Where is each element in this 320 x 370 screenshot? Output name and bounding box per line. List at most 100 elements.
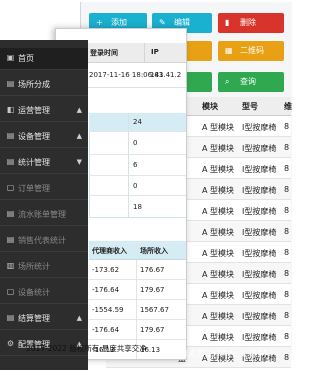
venue-chart-icon: ▥: [6, 261, 15, 270]
sidebar-item-venue-stats[interactable]: ▥ 场所统计: [0, 256, 88, 278]
table-cell: I型按摩椅: [242, 123, 277, 132]
ledger-icon: ▤: [6, 209, 15, 218]
ip-header: IP: [151, 48, 159, 56]
agent-income: -176.64: [92, 286, 120, 294]
stat-value-2: 0: [133, 139, 138, 147]
device-stats-icon: ▢: [6, 287, 15, 296]
search-icon: ⌕: [225, 77, 230, 86]
sidebar-menu: ▣ 首页 ▤ 场所分成 ◧ 运营管理 ▲ ▤ 设备管理 ▲ ▤ 统计管理 ▼ ▢ 订单管理 ▤ 流水账单管理 ▤ 销…: [0, 40, 88, 370]
table-cell: I型按摩椅: [242, 144, 277, 153]
venue-income: 1567.67: [140, 306, 169, 314]
venue-income: 179.67: [140, 286, 165, 294]
table-cell: 8: [284, 206, 290, 215]
search-button[interactable]: ⌕ 查询: [218, 72, 284, 92]
sidebar-item-label: 设备统计: [18, 288, 50, 297]
sidebar-item-ledger[interactable]: ▤ 流水账单管理: [0, 204, 88, 226]
column-divider: [136, 280, 137, 299]
row-line: [89, 195, 186, 196]
qrcode-button[interactable]: ▦ 二维码: [218, 41, 284, 61]
table-cell: 8: [284, 185, 290, 194]
table-cell: A 型模块: [202, 144, 235, 153]
sidebar-item-label: 首页: [18, 54, 34, 63]
table-cell: 8: [284, 290, 290, 299]
revenue-row: -176.64 179.67: [89, 280, 186, 300]
table-cell: I型按摩椅: [242, 249, 277, 258]
stat-value-4: 0: [133, 182, 138, 190]
login-ip: 183.41.2: [150, 71, 182, 79]
sidebar-item-label: 场所统计: [18, 262, 50, 271]
table-cell: A 型模块: [202, 312, 235, 321]
settlement-icon: ▤: [6, 313, 15, 322]
qrcode-icon: ▦: [225, 46, 233, 55]
row-line: [89, 175, 186, 176]
gear-icon: ⚙: [6, 339, 15, 348]
revenue-row: -173.62 176.67: [89, 260, 186, 280]
table-cell: 8: [284, 143, 290, 152]
sidebar-item-sales-rep[interactable]: ▤ 销售代表统计: [0, 230, 88, 252]
revenue-row: -176.64 179.67: [89, 320, 186, 340]
home-icon: ▣: [6, 53, 15, 62]
delete-button[interactable]: ▮ 删除: [218, 13, 284, 33]
sidebar-item-settlement[interactable]: ▤ 结算管理 ▲: [0, 308, 88, 330]
agent-income: -176.64: [92, 326, 120, 334]
stat-value-1: 24: [133, 118, 142, 126]
device-icon: ▤: [6, 131, 15, 140]
stats-divider: [128, 113, 129, 217]
agent-income: -1554.59: [92, 306, 124, 314]
col-header-model: 型号: [242, 102, 258, 111]
column-divider: [136, 260, 137, 279]
table-cell: I型按摩椅: [242, 291, 277, 300]
table-cell: A 型模块: [202, 270, 235, 279]
table-cell: A 型模块: [202, 249, 235, 258]
copyright-footer: 2017-2022 版权所有:易度共享交净: [26, 344, 147, 353]
table-cell: 8: [284, 227, 290, 236]
table-cell: 8: [284, 332, 290, 341]
sidebar-item-home[interactable]: ▣ 首页: [0, 48, 88, 70]
sidebar-item-venue-split[interactable]: ▤ 场所分成: [0, 74, 88, 96]
split-icon: ▤: [6, 79, 15, 88]
chevron-up-icon[interactable]: ▲: [77, 106, 82, 114]
sales-icon: ▤: [6, 235, 15, 244]
chevron-down-icon[interactable]: ▼: [77, 158, 82, 166]
table-cell: I型按摩椅: [242, 207, 277, 216]
sidebar-item-label: 结算管理: [18, 314, 50, 323]
venue-income-header: 场所收入: [140, 247, 168, 255]
sidebar-item-devices[interactable]: ▤ 设备管理 ▲: [0, 126, 88, 148]
stats-icon: ▤: [6, 157, 15, 166]
table-cell: I型按摩椅: [242, 333, 277, 342]
table-cell: 8: [284, 248, 290, 257]
table-cell: I型按摩椅: [242, 270, 277, 279]
sidebar-item-label: 统计管理: [18, 158, 50, 167]
venue-income: 179.67: [140, 326, 165, 334]
venue-income: 176.67: [140, 266, 165, 274]
table-cell: 8: [284, 353, 290, 362]
col-header-module: 模块: [202, 102, 218, 111]
order-icon: ▢: [6, 183, 15, 192]
chevron-up-icon[interactable]: ▲: [77, 314, 82, 322]
table-cell: A 型模块: [202, 165, 235, 174]
sidebar-item-label: 运营管理: [18, 106, 50, 115]
table-cell: I型按摩椅: [242, 165, 277, 174]
sidebar-item-statistics[interactable]: ▤ 统计管理 ▼: [0, 152, 88, 174]
table-cell: A 型模块: [202, 333, 235, 342]
table-cell: 8: [284, 164, 290, 173]
stat-value-3: 6: [133, 161, 138, 169]
column-divider: [136, 320, 137, 339]
sidebar-item-device-stats[interactable]: ▢ 设备统计: [0, 282, 88, 304]
table-cell: A 型模块: [202, 207, 235, 216]
table-cell: A 型模块: [202, 228, 235, 237]
table-cell: 8: [284, 269, 290, 278]
sidebar-item-operations[interactable]: ◧ 运营管理 ▲: [0, 100, 88, 122]
agent-income-header: 代理商收入: [92, 247, 127, 255]
login-time-header: 登录时间: [90, 49, 118, 57]
revenue-row: -1554.59 1567.67: [89, 300, 186, 320]
row-line: [89, 154, 186, 155]
sidebar-item-label: 销售代表统计: [18, 236, 66, 245]
revenue-table-header: 代理商收入 场所收入: [89, 241, 186, 260]
table-cell: A 型模块: [202, 123, 235, 132]
chevron-up-icon[interactable]: ▲: [77, 132, 82, 140]
agent-income: -173.62: [92, 266, 120, 274]
sidebar-item-label: 流水账单管理: [18, 210, 66, 219]
watermark-text: CHAZIDIAN.COM: [172, 349, 268, 360]
sidebar-item-orders[interactable]: ▢ 订单管理: [0, 178, 88, 200]
